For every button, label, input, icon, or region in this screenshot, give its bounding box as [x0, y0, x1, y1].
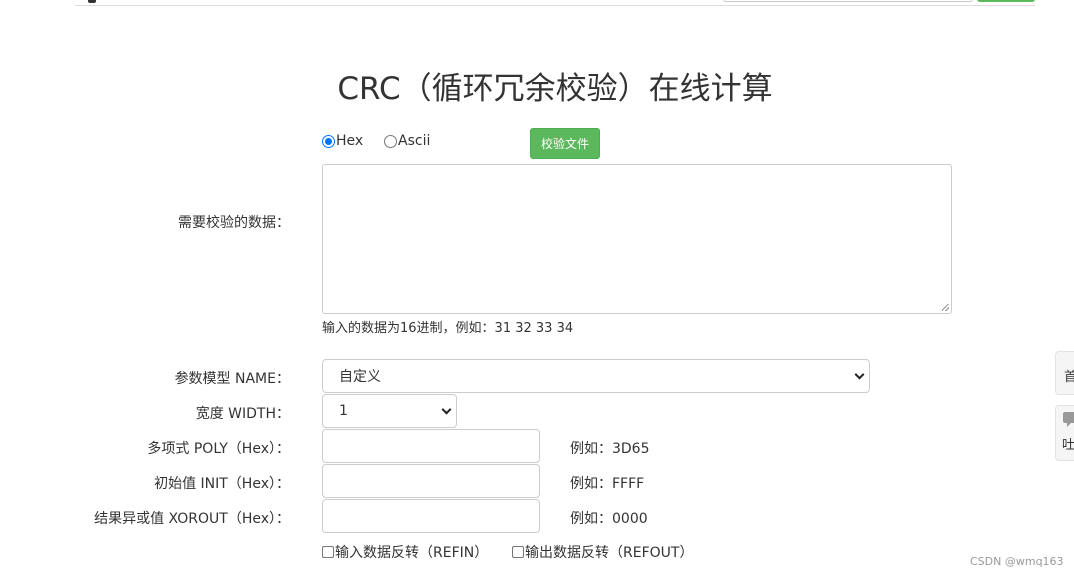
- chat-bubble-icon: [1063, 412, 1074, 427]
- chevron-down-icon: [441, 404, 452, 415]
- poly-label: 多项式 POLY（Hex）：: [147, 441, 290, 457]
- chevron-down-icon: [854, 369, 865, 380]
- side-tab-home[interactable]: 首: [1055, 351, 1074, 395]
- header-fragment: [88, 0, 96, 3]
- check-file-button[interactable]: 校验文件: [530, 128, 600, 159]
- width-select-value: 1: [339, 403, 348, 419]
- refout-checkbox[interactable]: 输出数据反转（REFOUT）: [512, 542, 693, 562]
- refin-label: 输入数据反转（REFIN）: [335, 545, 489, 561]
- refout-checkbox-box[interactable]: [512, 546, 524, 558]
- header-divider: [75, 5, 1035, 6]
- width-label: 宽度 WIDTH：: [195, 406, 290, 422]
- xorout-example: 例如：0000: [570, 511, 648, 527]
- radio-ascii-circle[interactable]: [384, 134, 397, 148]
- init-label: 初始值 INIT（Hex）：: [154, 476, 290, 492]
- header-search-button[interactable]: [977, 0, 1035, 2]
- side-tab-home-label: 首: [1064, 370, 1074, 385]
- side-tab-feedback-label: 吐: [1062, 438, 1074, 453]
- init-input[interactable]: [322, 464, 540, 498]
- data-hint: 输入的数据为16进制，例如：31 32 33 34: [322, 321, 574, 336]
- xorout-label: 结果异或值 XOROUT（Hex）：: [94, 511, 290, 527]
- model-select[interactable]: 自定义: [322, 359, 870, 393]
- model-select-value: 自定义: [339, 369, 381, 385]
- data-label: 需要校验的数据：: [178, 215, 290, 231]
- radio-hex-circle[interactable]: [322, 134, 335, 148]
- refin-checkbox[interactable]: 输入数据反转（REFIN）: [322, 542, 488, 562]
- header-search-input[interactable]: [723, 0, 973, 2]
- radio-hex-label: Hex: [336, 133, 364, 149]
- refin-checkbox-box[interactable]: [322, 546, 334, 558]
- width-select[interactable]: 1: [322, 394, 457, 428]
- data-textarea[interactable]: [322, 164, 952, 314]
- resize-handle[interactable]: [942, 304, 949, 311]
- init-example: 例如：FFFF: [570, 476, 645, 492]
- radio-hex[interactable]: Hex: [322, 133, 363, 149]
- watermark: CSDN @wmq163: [970, 555, 1064, 568]
- poly-example: 例如：3D65: [570, 441, 650, 457]
- poly-input[interactable]: [322, 429, 540, 463]
- model-label: 参数模型 NAME：: [174, 371, 290, 387]
- side-tab-feedback[interactable]: 吐: [1055, 405, 1074, 461]
- xorout-input[interactable]: [322, 499, 540, 533]
- radio-ascii-label: Ascii: [398, 133, 431, 149]
- page-title: CRC（循环冗余校验）在线计算: [337, 71, 773, 107]
- refout-label: 输出数据反转（REFOUT）: [525, 545, 694, 561]
- radio-ascii[interactable]: Ascii: [384, 133, 430, 149]
